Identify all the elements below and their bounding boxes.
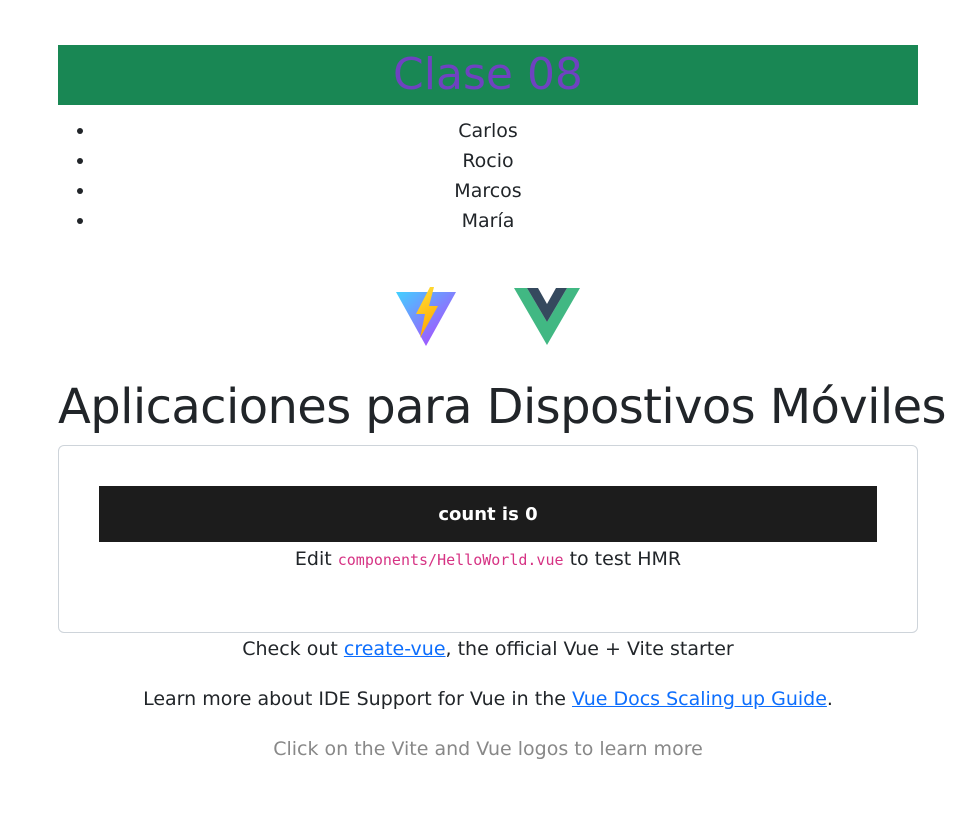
bullet-icon [77, 158, 83, 164]
check-out-prefix: Check out [242, 638, 344, 660]
edit-hint: Edit components/HelloWorld.vue to test H… [59, 546, 917, 573]
ide-support-paragraph: Learn more about IDE Support for Vue in … [58, 686, 918, 712]
vite-logo-icon [396, 287, 456, 346]
create-vue-paragraph: Check out create-vue, the official Vue +… [58, 636, 918, 662]
check-out-suffix: , the official Vue + Vite starter [445, 638, 734, 660]
list-item-label: María [461, 210, 515, 232]
vue-docs-link[interactable]: Vue Docs Scaling up Guide [572, 688, 827, 710]
list-item: Carlos [58, 116, 918, 146]
list-item: Marcos [58, 176, 918, 206]
title-banner: Clase 08 [58, 45, 918, 105]
edit-hint-code: components/HelloWorld.vue [337, 551, 564, 569]
names-list: Carlos Rocio Marcos María [58, 116, 918, 236]
read-the-docs-hint: Click on the Vite and Vue logos to learn… [273, 738, 703, 760]
edit-hint-suffix: to test HMR [563, 548, 682, 570]
list-item-label: Rocio [462, 150, 514, 172]
vue-logo-link[interactable] [514, 288, 580, 346]
edit-hint-prefix: Edit [294, 548, 338, 570]
list-item: Rocio [58, 146, 918, 176]
page-headline: Aplicaciones para Dispostivos Móviles [58, 379, 947, 435]
count-button[interactable]: count is 0 [99, 486, 877, 542]
vite-logo-link[interactable] [394, 284, 458, 348]
list-item-label: Marcos [454, 180, 522, 202]
banner-title: Clase 08 [393, 49, 583, 100]
bullet-icon [77, 218, 83, 224]
list-item: María [58, 206, 918, 236]
create-vue-link[interactable]: create-vue [344, 638, 446, 660]
counter-card: count is 0 Edit components/HelloWorld.vu… [58, 445, 918, 633]
list-item-label: Carlos [458, 120, 518, 142]
bullet-icon [77, 128, 83, 134]
bullet-icon [77, 188, 83, 194]
logos-row [58, 282, 918, 348]
vue-logo-icon [514, 288, 580, 345]
learn-more-suffix: . [826, 688, 833, 710]
learn-more-prefix: Learn more about IDE Support for Vue in … [143, 688, 572, 710]
